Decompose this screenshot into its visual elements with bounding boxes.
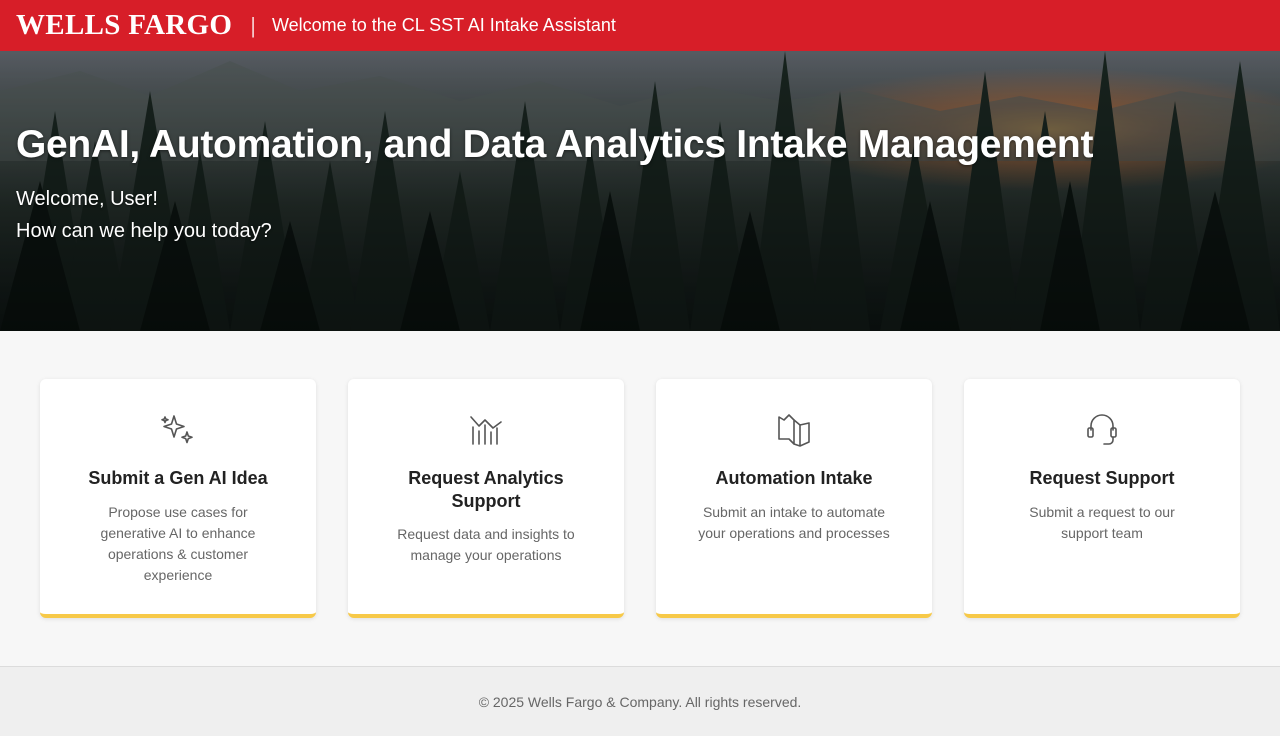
page-footer: © 2025 Wells Fargo & Company. All rights… [0,666,1280,736]
card-automation-intake[interactable]: Automation Intake Submit an intake to au… [656,379,932,618]
top-header: WELLS FARGO | Welcome to the CL SST AI I… [0,0,1280,51]
card-request-support[interactable]: Request Support Submit a request to our … [964,379,1240,618]
sparkles-icon [161,415,193,444]
automation-icon [778,414,810,447]
page-title: GenAI, Automation, and Data Analytics In… [16,123,1094,166]
card-request-analytics-support[interactable]: Request Analytics Support Request data a… [348,379,624,618]
card-title: Request Support [1029,468,1175,488]
card-description: Request data and insights to manage your… [397,526,575,563]
card-title: Submit a Gen AI Idea [88,468,268,488]
welcome-message: Welcome, User! [16,188,158,210]
hero-banner: GenAI, Automation, and Data Analytics In… [0,51,1280,331]
card-description: Submit an intake to automate your operat… [698,504,890,541]
wells-fargo-logo[interactable]: WELLS FARGO [16,11,232,40]
card-description: Propose use cases for generative AI to e… [100,504,256,583]
help-prompt: How can we help you today? [16,220,272,242]
header-tagline: Welcome to the CL SST AI Intake Assistan… [272,15,616,35]
card-title: Request Analytics Support [408,468,564,511]
forest-background-image [0,51,1280,331]
card-title: Automation Intake [715,468,873,488]
card-submit-gen-ai-idea[interactable]: Submit a Gen AI Idea Propose use cases f… [40,379,316,618]
intake-options: Submit a Gen AI Idea Propose use cases f… [40,379,1240,618]
copyright-text: © 2025 Wells Fargo & Company. All rights… [478,693,802,710]
analytics-chart-icon [470,416,502,445]
card-description: Submit a request to our support team [1029,504,1175,541]
headset-icon [1087,414,1117,445]
header-separator: | [250,12,256,38]
